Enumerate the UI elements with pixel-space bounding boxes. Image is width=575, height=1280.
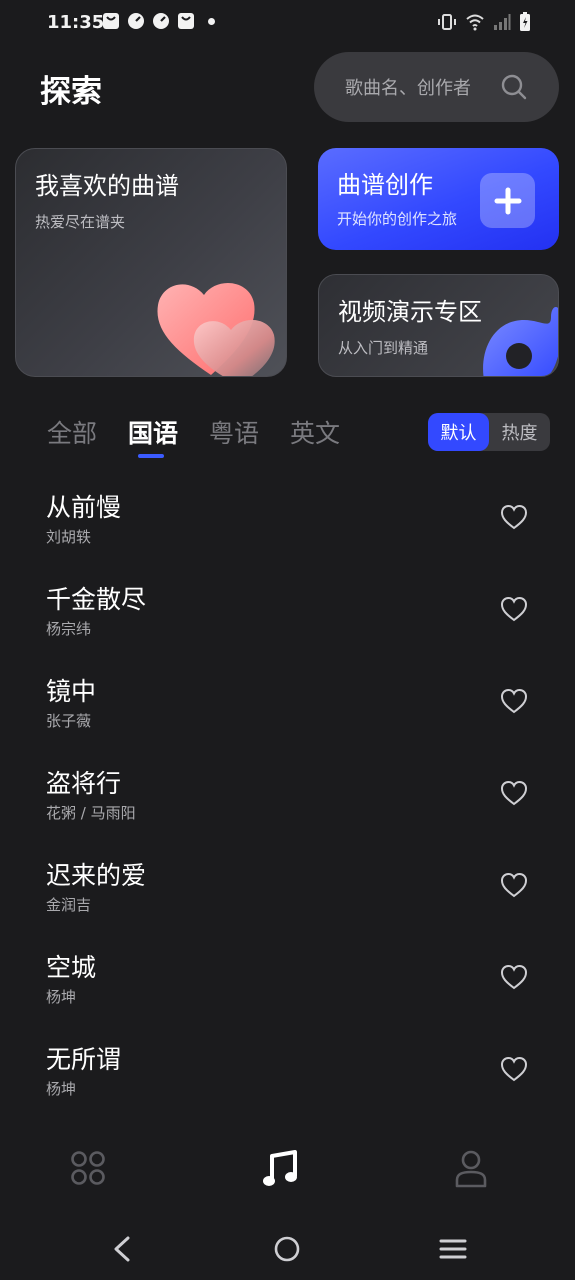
person-icon[interactable] [454, 1150, 488, 1188]
song-artist: 杨宗纬 [46, 620, 92, 638]
song-title: 迟来的爱 [46, 861, 147, 890]
create-plus-button[interactable] [480, 173, 535, 228]
more-notifications-dot [208, 17, 215, 25]
song-artist: 花粥 / 马雨阳 [46, 804, 136, 822]
create-card-title: 曲谱创作 [337, 171, 433, 199]
tab-english[interactable]: 英文 [290, 414, 340, 450]
hearts-illustration-icon [157, 283, 275, 376]
tab-mandarin-label: 国语 [128, 419, 179, 448]
search-icon[interactable] [501, 74, 527, 100]
song-artist: 杨坤 [46, 988, 77, 1006]
home-icon[interactable] [274, 1236, 300, 1262]
song-title: 从前慢 [46, 493, 122, 522]
favorites-card-subtitle: 热爱尽在谱夹 [35, 213, 126, 231]
bottom-navigation [0, 1140, 575, 1210]
wifi-icon [466, 14, 484, 31]
tab-all[interactable]: 全部 [47, 414, 97, 450]
sort-toggle: 默认 热度 [428, 413, 550, 451]
system-navigation-bar [0, 1220, 575, 1280]
song-artist: 杨坤 [46, 1080, 77, 1098]
search-placeholder: 歌曲名、创作者 [345, 78, 471, 99]
shopping-bag-icon [103, 13, 119, 29]
song-title: 盗将行 [46, 769, 122, 798]
heart-icon[interactable] [500, 780, 528, 806]
battery-charging-icon [520, 12, 530, 31]
heart-icon[interactable] [500, 688, 528, 714]
favorites-card[interactable]: 我喜欢的曲谱 热爱尽在谱夹 [15, 148, 287, 377]
song-title: 空城 [46, 953, 97, 982]
grid-icon[interactable] [70, 1150, 106, 1186]
shopping-bag-icon-2 [178, 13, 194, 29]
status-time: 11:35 [47, 12, 105, 33]
video-card-title: 视频演示专区 [338, 298, 482, 326]
gauge-icon-2 [153, 13, 169, 29]
plus-icon [494, 187, 521, 214]
song-item[interactable]: 迟来的爱 金润吉 [0, 844, 575, 936]
vibrate-icon [438, 14, 456, 30]
back-icon[interactable] [111, 1236, 133, 1262]
favorites-card-title: 我喜欢的曲谱 [35, 172, 179, 200]
gauge-icon [128, 13, 144, 29]
song-list: 从前慢 刘胡轶 千金散尽 杨宗纬 镜中 张子薇 盗将行 花粥 / 马雨阳 迟来的… [0, 476, 575, 1120]
status-bar: 11:35 [0, 0, 575, 48]
search-input[interactable]: 歌曲名、创作者 [314, 52, 559, 122]
tab-cantonese[interactable]: 粤语 [209, 414, 259, 450]
notification-icons [102, 12, 215, 30]
recent-apps-icon[interactable] [439, 1236, 467, 1262]
song-item[interactable]: 盗将行 花粥 / 马雨阳 [0, 752, 575, 844]
song-item[interactable]: 千金散尽 杨宗纬 [0, 568, 575, 660]
system-status-icons [437, 12, 531, 32]
song-title: 千金散尽 [46, 585, 147, 614]
heart-icon[interactable] [500, 596, 528, 622]
sort-default-button[interactable]: 默认 [428, 413, 489, 451]
song-artist: 金润吉 [46, 896, 92, 914]
song-title: 无所谓 [46, 1045, 122, 1074]
song-title: 镜中 [46, 677, 97, 706]
video-blob-illustration-icon [483, 307, 558, 376]
song-item[interactable]: 从前慢 刘胡轶 [0, 476, 575, 568]
page-title: 探索 [40, 74, 102, 110]
song-item[interactable]: 无所谓 杨坤 [0, 1028, 575, 1120]
tab-mandarin[interactable]: 国语 [128, 414, 179, 458]
create-card[interactable]: 曲谱创作 开始你的创作之旅 [318, 148, 559, 250]
active-tab-indicator [138, 454, 165, 458]
video-card[interactable]: 视频演示专区 从入门到精通 [318, 274, 559, 377]
video-card-subtitle: 从入门到精通 [338, 339, 429, 357]
song-item[interactable]: 镜中 张子薇 [0, 660, 575, 752]
song-artist: 张子薇 [46, 712, 92, 730]
sort-popular-button[interactable]: 热度 [489, 413, 550, 451]
heart-icon[interactable] [500, 872, 528, 898]
create-card-subtitle: 开始你的创作之旅 [337, 210, 458, 228]
heart-icon[interactable] [500, 1056, 528, 1082]
category-tabs: 全部 国语 粤语 英文 [47, 414, 340, 458]
song-artist: 刘胡轶 [46, 528, 92, 546]
music-note-icon[interactable] [262, 1150, 298, 1188]
signal-icon [494, 14, 511, 30]
heart-icon[interactable] [500, 964, 528, 990]
heart-icon[interactable] [500, 504, 528, 530]
song-item[interactable]: 空城 杨坤 [0, 936, 575, 1028]
